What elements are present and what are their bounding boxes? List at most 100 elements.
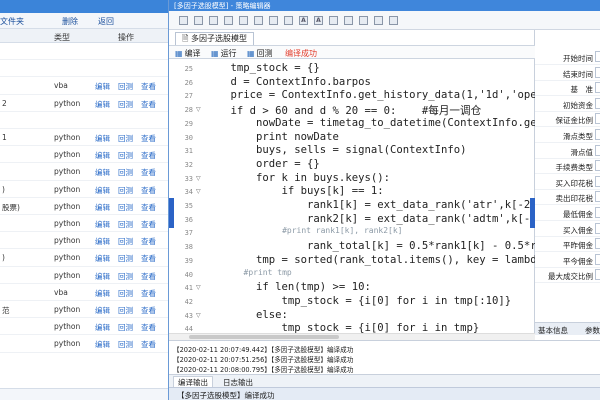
code-line[interactable]: 40 #print tmp: [169, 268, 535, 282]
view-link[interactable]: 查看: [141, 185, 156, 196]
backtest-link[interactable]: 回测: [118, 185, 133, 196]
code-line[interactable]: 37 #print rank1[k], rank2[k]: [169, 226, 535, 240]
property-row[interactable]: 结束时间: [535, 66, 600, 81]
property-row[interactable]: 保证金比例: [535, 112, 600, 128]
strategy-row[interactable]: python 编辑 回测 查看: [0, 318, 168, 336]
edit-link[interactable]: 编辑: [95, 99, 110, 110]
edit-link[interactable]: 编辑: [95, 236, 110, 247]
view-link[interactable]: 查看: [141, 133, 156, 144]
property-row[interactable]: 卖出印花税: [535, 190, 600, 206]
backtest-link[interactable]: 回测: [118, 236, 133, 247]
property-row[interactable]: 手续费类型: [535, 159, 600, 175]
code-line[interactable]: 31 buys, sells = signal(ContextInfo): [169, 144, 535, 158]
strategy-row[interactable]: ) python 编辑 回测 查看: [0, 181, 168, 198]
view-link[interactable]: 查看: [141, 339, 156, 350]
strategy-row[interactable]: [0, 112, 168, 129]
code-line[interactable]: 42 tmp_stock = {i[0] for i in tmp[:10]}: [169, 295, 535, 309]
property-row[interactable]: 平昨佣金: [535, 237, 600, 253]
tab-compile-output[interactable]: 编译输出: [173, 376, 213, 387]
strategy-row[interactable]: python 编辑 回测 查看: [0, 215, 168, 233]
code-line[interactable]: 38 rank_total[k] = 0.5*rank1[k] - 0.5*ra: [169, 240, 535, 254]
code-line[interactable]: 28 ▽ if d > 60 and d % 20 == 0: #每月一调仓: [169, 104, 535, 117]
backtest-link[interactable]: 回测: [118, 322, 133, 333]
backtest-link[interactable]: 回测: [118, 253, 133, 264]
run-button[interactable]: ▦ 运行: [211, 48, 237, 59]
backtest-button[interactable]: ▦ 回测: [247, 48, 273, 59]
code-line[interactable]: 30 print nowDate: [169, 131, 535, 145]
view-link[interactable]: 查看: [141, 99, 156, 110]
backtest-link[interactable]: 回测: [118, 81, 133, 92]
file-tab-multifactor[interactable]: 🗎 多因子选股模型: [175, 32, 254, 45]
backtest-link[interactable]: 回测: [118, 288, 133, 299]
strategy-row[interactable]: 范 python 编辑 回测 查看: [0, 301, 168, 319]
left-collapse-handle[interactable]: [169, 198, 174, 228]
edit-link[interactable]: 编辑: [95, 133, 110, 144]
strategy-row[interactable]: python 编辑 回测 查看: [0, 335, 168, 353]
fold-marker-icon[interactable]: ▽: [196, 188, 201, 195]
property-row[interactable]: 最低佣金: [535, 206, 600, 221]
code-line[interactable]: 35 rank1[k] = ext_data_rank('atr',k[-2:: [169, 199, 535, 213]
code-line[interactable]: 26 d = ContextInfo.barpos: [169, 76, 535, 90]
new-folder-button[interactable]: 文件夹: [0, 16, 24, 27]
strategy-row[interactable]: python 编辑 回测 查看: [0, 146, 168, 164]
view-link[interactable]: 查看: [141, 202, 156, 213]
property-value-field[interactable]: [595, 207, 600, 218]
property-row[interactable]: 滑点类型: [535, 128, 600, 143]
backtest-link[interactable]: 回测: [118, 202, 133, 213]
property-value-field[interactable]: [595, 238, 600, 250]
code-line[interactable]: 43 ▽ else:: [169, 309, 535, 323]
property-value-field[interactable]: [595, 82, 600, 94]
font-decrease-icon[interactable]: A: [314, 16, 323, 25]
paste-icon[interactable]: [254, 16, 263, 25]
property-value-field[interactable]: [595, 51, 600, 62]
comment-icon[interactable]: [359, 16, 368, 25]
code-line[interactable]: 41 ▽ if len(tmp) >= 10:: [169, 281, 535, 295]
property-row[interactable]: 基 准: [535, 81, 600, 97]
property-value-field[interactable]: [595, 175, 600, 187]
code-line[interactable]: 36 rank2[k] = ext_data_rank('adtm',k[-2: [169, 213, 535, 227]
new-file-icon[interactable]: [179, 16, 188, 25]
strategy-row[interactable]: [0, 43, 168, 61]
tab-params[interactable]: 参数: [585, 325, 600, 336]
code-line[interactable]: 25 tmp_stock = {}: [169, 62, 535, 76]
strategy-row[interactable]: 股票) python 编辑 回测 查看: [0, 198, 168, 215]
property-value-field[interactable]: [595, 129, 600, 140]
strategy-row[interactable]: 2 python 编辑 回测 查看: [0, 95, 168, 112]
view-link[interactable]: 查看: [141, 219, 156, 230]
code-line[interactable]: 34 ▽ if buys[k] == 1:: [169, 185, 535, 199]
save-icon[interactable]: [194, 16, 203, 25]
edit-link[interactable]: 编辑: [95, 202, 110, 213]
font-increase-icon[interactable]: A: [299, 16, 308, 25]
fold-marker-icon[interactable]: ▽: [196, 284, 201, 291]
backtest-link[interactable]: 回测: [118, 133, 133, 144]
property-value-field[interactable]: [595, 191, 600, 203]
code-line[interactable]: 39 tmp = sorted(rank_total.items(), key …: [169, 254, 535, 268]
property-value-field[interactable]: [595, 253, 600, 265]
property-value-field[interactable]: [595, 144, 600, 156]
view-link[interactable]: 查看: [141, 167, 156, 178]
backtest-link[interactable]: 回测: [118, 305, 133, 316]
edit-link[interactable]: 编辑: [95, 339, 110, 350]
edit-link[interactable]: 编辑: [95, 219, 110, 230]
backtest-link[interactable]: 回测: [118, 150, 133, 161]
property-row[interactable]: 买入印花税: [535, 175, 600, 190]
delete-button[interactable]: 删除: [62, 16, 78, 27]
view-link[interactable]: 查看: [141, 288, 156, 299]
property-row[interactable]: 初始资金: [535, 97, 600, 112]
property-value-field[interactable]: [595, 269, 600, 281]
view-link[interactable]: 查看: [141, 322, 156, 333]
edit-link[interactable]: 编辑: [95, 253, 110, 264]
view-link[interactable]: 查看: [141, 305, 156, 316]
property-value-field[interactable]: [595, 160, 600, 172]
code-line[interactable]: 33 ▽ for k in buys.keys():: [169, 172, 535, 186]
horizontal-scrollbar[interactable]: [169, 333, 535, 340]
compile-button[interactable]: ▦ 编译: [175, 48, 201, 59]
fold-marker-icon[interactable]: ▽: [196, 312, 201, 319]
replace-icon[interactable]: [344, 16, 353, 25]
property-row[interactable]: 最大成交比例: [535, 268, 600, 284]
property-row[interactable]: 买入佣金: [535, 222, 600, 237]
code-area[interactable]: 25 tmp_stock = {} 26 d = ContextInfo.barp…: [169, 60, 535, 362]
cut-icon[interactable]: [224, 16, 233, 25]
view-link[interactable]: 查看: [141, 150, 156, 161]
editor-title-bar[interactable]: [多因子选股模型] - 策略编辑器: [169, 0, 600, 11]
